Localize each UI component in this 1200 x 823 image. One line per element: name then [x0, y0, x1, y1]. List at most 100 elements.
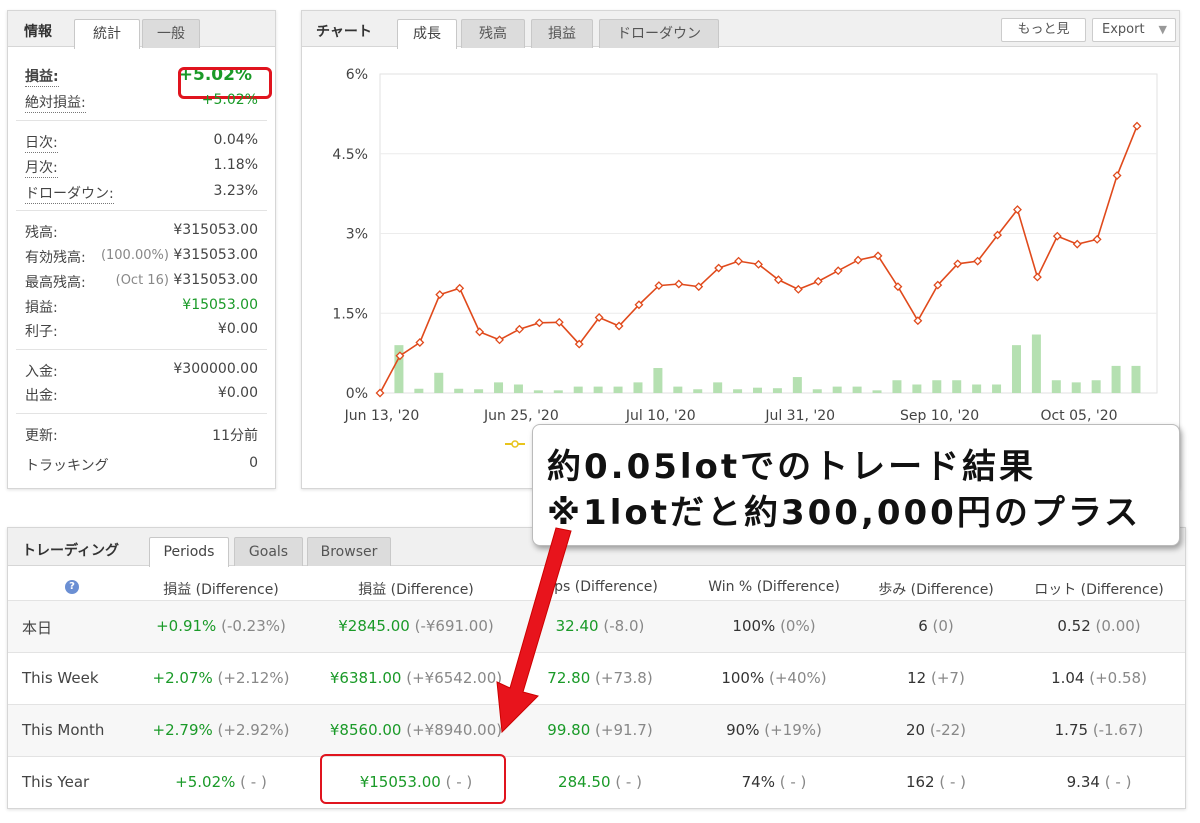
stat-label: ドローダウン:: [25, 183, 114, 204]
stat-value: 0: [249, 455, 258, 471]
export-button[interactable]: Export ▼: [1092, 18, 1176, 42]
tab-balance[interactable]: 残高: [461, 19, 525, 48]
stat-label: 絶対損益:: [25, 92, 86, 113]
cell-profit-yen: ¥8560.00 (+¥8940.00): [329, 721, 503, 739]
stat-value: 3.23%: [213, 183, 258, 199]
cell-profit-pct: +0.91% (-0.23%): [156, 617, 286, 635]
stat-label: 残高:: [25, 225, 58, 241]
x-tick-label: Jun 13, '20: [344, 408, 420, 424]
cell-profit-pct: +2.79% (+2.92%): [152, 721, 290, 739]
volume-bar: [852, 386, 862, 393]
stat-profit: 損益: ¥15053.00: [25, 297, 258, 319]
col-header-trades: 歩み (Difference): [878, 582, 994, 598]
col-header-pips: Pips (Difference): [542, 579, 658, 595]
stat-value: ¥15053.00: [182, 297, 258, 313]
volume-bar: [772, 388, 782, 393]
stat-label: 出金:: [25, 388, 58, 404]
stat-interest: 利子: ¥0.00: [25, 321, 258, 343]
stat-equity: 有効残高: (100.00%) ¥315053.00: [25, 247, 258, 269]
divider: [16, 349, 267, 350]
annotation-callout: 約0.05lotでのトレード結果 ※1lotだと約300,000円のプラス: [532, 424, 1180, 546]
stat-drawdown: ドローダウン: 3.23%: [25, 183, 258, 205]
col-header-profit-pct: 損益 (Difference): [163, 582, 279, 598]
volume-bar: [912, 384, 922, 393]
annotation-line-2: ※1lotだと約300,000円のプラス: [547, 493, 1142, 533]
growth-chart: 6% 4.5% 3% 1.5% 0% Jun 13, '20 Jun 25, '20 Jul …: [332, 67, 1158, 448]
cell-pips: 32.40 (-8.0): [555, 617, 645, 635]
volume-bar: [832, 386, 842, 393]
stat-withdrawals: 出金: ¥0.00: [25, 385, 258, 407]
period-label: This Month: [22, 721, 105, 739]
table-row: 本日 +0.91% (-0.23%) ¥2845.00 (-¥691.00) 3…: [8, 600, 1185, 652]
cell-profit-pct: +2.07% (+2.12%): [152, 669, 290, 687]
cell-trades: 12 (+7): [907, 669, 965, 687]
stat-label: 損益:: [25, 66, 59, 87]
more-button[interactable]: もっと見: [1001, 18, 1086, 42]
volume-bar: [812, 389, 822, 393]
stat-note: (Oct 16): [115, 273, 169, 288]
stat-value: ¥0.00: [217, 321, 258, 337]
stat-abs-profit: 絶対損益: +5.02%: [25, 92, 258, 114]
stat-deposits: 入金: ¥300000.00: [25, 361, 258, 383]
volume-bar: [952, 380, 962, 393]
cell-profit-pct: +5.02% ( - ): [175, 773, 267, 791]
table-row: This Month +2.79% (+2.92%) ¥8560.00 (+¥8…: [8, 704, 1185, 756]
volume-bar: [1051, 380, 1061, 393]
stat-daily: 日次: 0.04%: [25, 132, 258, 154]
y-tick-label: 0%: [346, 386, 368, 402]
stat-value: 1.18%: [213, 157, 258, 173]
chart-panel: チャート 成長 残高 損益 ドローダウン もっと見 Export ▼ 6% 4.5…: [301, 10, 1180, 489]
volume-bar: [932, 380, 942, 393]
stat-highest: 最高残高: (Oct 16) ¥315053.00: [25, 272, 258, 294]
tab-growth[interactable]: 成長: [397, 19, 457, 49]
trading-panel-title: トレーディング: [22, 543, 120, 559]
stat-label: 更新:: [25, 428, 58, 444]
volume-bar: [872, 390, 882, 393]
help-icon[interactable]: ?: [65, 580, 79, 594]
tab-periods[interactable]: Periods: [149, 537, 229, 567]
stat-label: 入金:: [25, 364, 58, 380]
y-tick-label: 6%: [346, 67, 368, 83]
volume-bar: [792, 377, 802, 393]
volume-bar: [992, 384, 1002, 393]
volume-bar: [693, 389, 703, 393]
stat-label: 最高残高:: [25, 275, 86, 291]
cell-win: 74% ( - ): [741, 773, 807, 791]
volume-bar: [533, 390, 543, 393]
cell-profit-yen: ¥2845.00 (-¥691.00): [338, 617, 494, 635]
volume-bar: [1111, 365, 1121, 393]
cell-win: 100% (0%): [732, 617, 816, 635]
stat-value: ¥300000.00: [173, 361, 258, 377]
stat-tracking: トラッキング 0: [25, 455, 258, 477]
volume-bar: [892, 380, 902, 393]
info-panel-title: 情報: [24, 24, 52, 40]
info-panel-header: 情報 統計 一般: [8, 11, 275, 49]
cell-win: 100% (+40%): [721, 669, 827, 687]
trading-panel: トレーディング Periods Goals Browser ? 損益 (Diff…: [7, 527, 1186, 809]
tab-stats[interactable]: 統計: [74, 19, 140, 49]
stat-label: トラッキング: [25, 458, 109, 474]
tab-drawdown[interactable]: ドローダウン: [599, 19, 719, 48]
y-tick-label: 4.5%: [332, 147, 368, 163]
tab-general[interactable]: 一般: [142, 19, 200, 48]
cell-trades: 20 (-22): [905, 721, 967, 739]
volume-bar: [713, 382, 723, 393]
stat-label: 損益:: [25, 300, 58, 316]
stat-value: (100.00%) ¥315053.00: [101, 247, 258, 263]
volume-bar: [553, 390, 563, 393]
col-header-win: Win % (Difference): [708, 579, 840, 595]
tab-browser[interactable]: Browser: [307, 537, 391, 566]
stat-amount: ¥315053.00: [173, 247, 258, 263]
stat-label: 日次:: [25, 132, 58, 153]
x-tick-label: Jul 31, '20: [764, 408, 835, 424]
chart-panel-title: チャート: [316, 24, 372, 40]
tab-goals[interactable]: Goals: [234, 537, 303, 566]
info-panel: 情報 統計 一般 損益: +5.02% 絶対損益: +5.02% 日次: 0.0…: [7, 10, 276, 489]
cell-lots: 1.75 (-1.67): [1054, 721, 1144, 739]
volume-bar: [593, 386, 603, 393]
volume-bar: [513, 384, 523, 393]
volume-bar: [633, 382, 643, 393]
chart-panel-header: チャート 成長 残高 損益 ドローダウン もっと見 Export ▼: [302, 11, 1179, 49]
y-tick-label: 1.5%: [332, 306, 368, 322]
tab-profit[interactable]: 損益: [531, 19, 593, 48]
